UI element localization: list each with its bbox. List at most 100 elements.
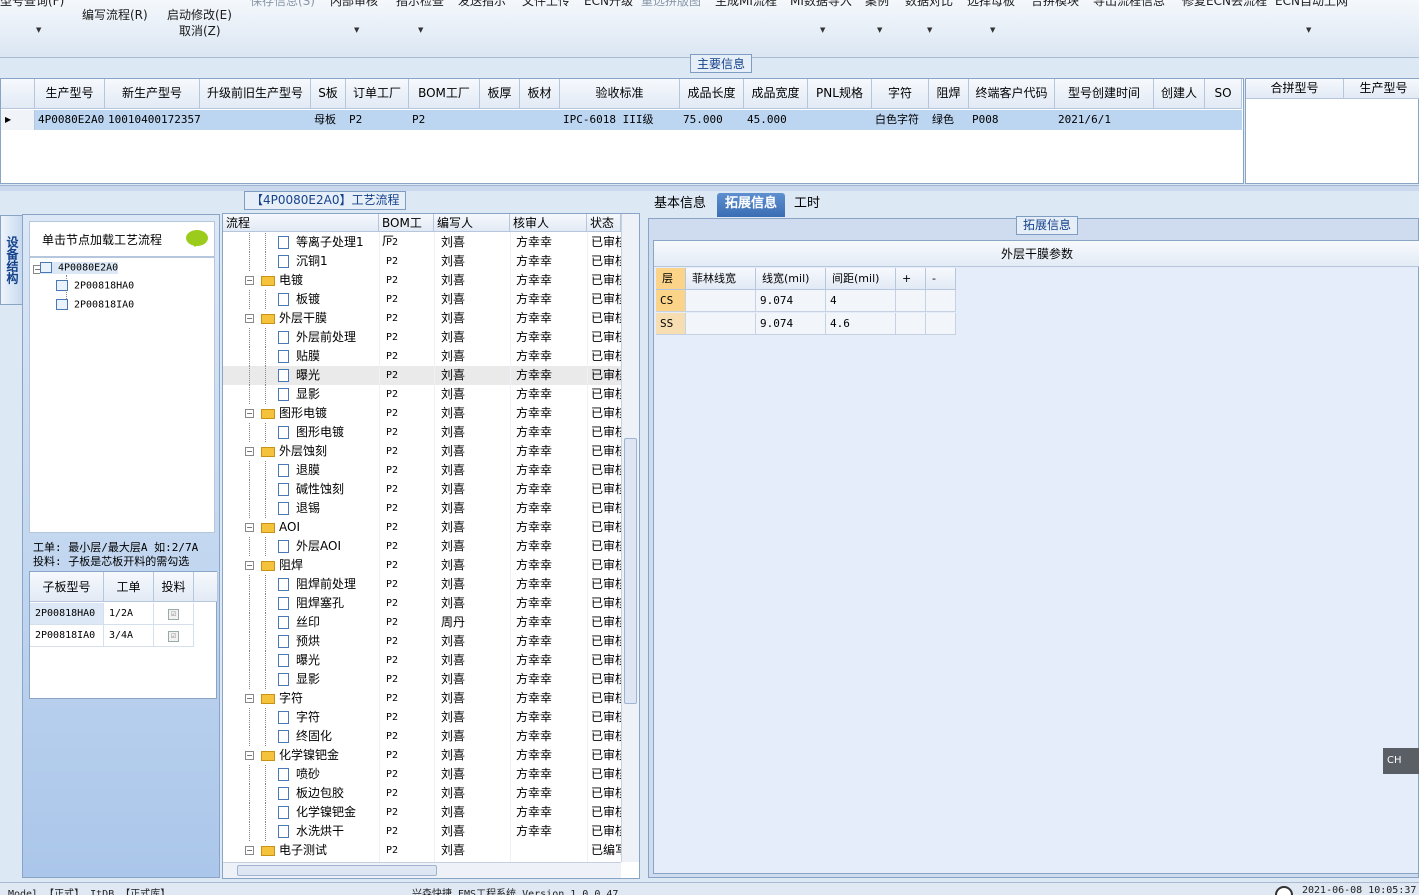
write-flow-button[interactable]: 编写流程(R): [82, 6, 148, 23]
chevron-down-icon[interactable]: ▼: [927, 26, 932, 34]
reviewer-cell[interactable]: 方幸幸: [516, 632, 587, 651]
status-cell[interactable]: 已审核: [591, 689, 621, 708]
column-header[interactable]: BOM工厂: [409, 79, 480, 109]
process-row[interactable]: 外层前处理 P2 刘喜方幸幸已审核: [223, 328, 621, 347]
process-row[interactable]: 显影 P2 刘喜方幸幸已审核: [223, 385, 621, 404]
writer-cell[interactable]: 刘喜: [441, 461, 510, 480]
tree-node[interactable]: 4P0080E2A0: [40, 262, 119, 274]
bom-factory-cell[interactable]: P2: [386, 404, 434, 423]
reviewer-cell[interactable]: 方幸幸: [516, 670, 587, 689]
writer-cell[interactable]: 刘喜: [441, 708, 510, 727]
process-name[interactable]: 板边包胶: [278, 784, 379, 803]
process-row[interactable]: 水洗烘干 P2 刘喜方幸幸已审核: [223, 822, 621, 841]
bom-factory-cell[interactable]: P2: [386, 480, 434, 499]
reviewer-cell[interactable]: 方幸幸: [516, 309, 587, 328]
bom-factory-cell[interactable]: P2: [386, 499, 434, 518]
add-cell[interactable]: [896, 290, 926, 312]
bom-factory-cell[interactable]: P2: [386, 632, 434, 651]
column-header[interactable]: 工单: [104, 572, 154, 602]
bom-factory-cell[interactable]: P2: [386, 271, 434, 290]
column-header[interactable]: 合拼型号: [1246, 79, 1344, 99]
writer-cell[interactable]: 刘喜: [441, 537, 510, 556]
column-header[interactable]: 生产型号: [1344, 79, 1419, 99]
writer-cell[interactable]: 刘喜: [441, 765, 510, 784]
column-header[interactable]: PNL规格: [808, 79, 872, 109]
toolbar-item-15[interactable]: 修复ECN丢流程: [1182, 0, 1267, 9]
bom-factory-cell[interactable]: P2: [386, 347, 434, 366]
status-cell[interactable]: 已审核: [591, 328, 621, 347]
tree-node[interactable]: 2P00818HA0: [56, 280, 134, 292]
scroll-thumb-h[interactable]: [237, 865, 437, 876]
bom-factory-cell[interactable]: P2: [386, 290, 434, 309]
writer-cell[interactable]: 刘喜: [441, 404, 510, 423]
column-header[interactable]: BOM工厂: [379, 214, 434, 248]
tab-0[interactable]: 基本信息: [646, 193, 714, 217]
writer-cell[interactable]: 刘喜: [441, 594, 510, 613]
reviewer-cell[interactable]: 方幸幸: [516, 233, 587, 252]
process-name[interactable]: 预烘: [278, 632, 379, 651]
toolbar-item-16[interactable]: ECN自动上网: [1275, 0, 1348, 9]
writer-cell[interactable]: 刘喜: [441, 442, 510, 461]
bom-factory-cell[interactable]: P2: [386, 613, 434, 632]
status-cell[interactable]: 已审核: [591, 784, 621, 803]
column-header[interactable]: S板: [311, 79, 346, 109]
bom-factory-cell[interactable]: P2: [386, 537, 434, 556]
table-cell[interactable]: [1205, 110, 1242, 130]
chevron-down-icon[interactable]: ▼: [877, 26, 882, 34]
process-name[interactable]: 字符: [278, 708, 379, 727]
process-row[interactable]: 阻焊前处理 P2 刘喜方幸幸已审核: [223, 575, 621, 594]
process-row[interactable]: 图形电镀 P2 刘喜方幸幸已审核: [223, 423, 621, 442]
feed-checkbox[interactable]: ☑: [168, 609, 179, 620]
process-name[interactable]: 电镀: [261, 271, 379, 290]
collapse-icon[interactable]: −: [245, 314, 254, 323]
column-header[interactable]: 子板型号: [30, 572, 104, 602]
column-header[interactable]: 编写人: [434, 214, 510, 232]
process-name[interactable]: 外层蚀刻: [261, 442, 379, 461]
toolbar-item-6[interactable]: ECN升级: [584, 0, 633, 9]
table-cell[interactable]: P2: [346, 110, 409, 130]
status-cell[interactable]: 已审核: [591, 594, 621, 613]
toolbar-item-13[interactable]: 合拼模块: [1031, 0, 1079, 9]
reviewer-cell[interactable]: [516, 841, 587, 860]
reviewer-cell[interactable]: 方幸幸: [516, 290, 587, 309]
reviewer-cell[interactable]: 方幸幸: [516, 499, 587, 518]
process-name[interactable]: 等离子处理1: [278, 233, 379, 252]
status-cell[interactable]: 已审核: [591, 746, 621, 765]
table-cell[interactable]: 10010400172357: [105, 110, 200, 130]
writer-cell[interactable]: 刘喜: [441, 784, 510, 803]
process-row[interactable]: − 电镀 P2 刘喜方幸幸已审核: [223, 271, 621, 290]
writer-cell[interactable]: 刘喜: [441, 670, 510, 689]
column-header[interactable]: 字符: [872, 79, 929, 109]
writer-cell[interactable]: 刘喜: [441, 366, 510, 385]
reviewer-cell[interactable]: 方幸幸: [516, 727, 587, 746]
process-row[interactable]: 阻焊塞孔 P2 刘喜方幸幸已审核: [223, 594, 621, 613]
bom-factory-cell[interactable]: P2: [386, 784, 434, 803]
status-cell[interactable]: 已审核: [591, 708, 621, 727]
column-header[interactable]: +: [896, 268, 926, 290]
tree-node[interactable]: 2P00818IA0: [56, 299, 134, 311]
status-cell[interactable]: 已审核: [591, 537, 621, 556]
bom-factory-cell[interactable]: P2: [386, 233, 434, 252]
status-cell[interactable]: 已审核: [591, 651, 621, 670]
process-name[interactable]: 化学镍钯金: [261, 746, 379, 765]
status-cell[interactable]: 已审核: [591, 556, 621, 575]
table-cell[interactable]: [808, 110, 872, 130]
remove-cell[interactable]: [926, 313, 956, 335]
bom-factory-cell[interactable]: P2: [386, 841, 434, 860]
process-name[interactable]: 退膜: [278, 461, 379, 480]
status-cell[interactable]: 已审核: [591, 613, 621, 632]
table-cell[interactable]: 2021/6/1: [1055, 110, 1154, 130]
process-name[interactable]: 外层干膜: [261, 309, 379, 328]
process-row[interactable]: 喷砂 P2 刘喜方幸幸已审核: [223, 765, 621, 784]
process-row[interactable]: − 外层干膜 P2 刘喜方幸幸已审核: [223, 309, 621, 328]
film-width-cell[interactable]: [686, 290, 756, 312]
column-header[interactable]: 成品宽度: [744, 79, 808, 109]
bom-factory-cell[interactable]: P2: [386, 651, 434, 670]
table-cell[interactable]: 45.000: [744, 110, 808, 130]
process-row[interactable]: 化学镍钯金 P2 刘喜方幸幸已审核: [223, 803, 621, 822]
ime-indicator[interactable]: CH: [1383, 748, 1419, 774]
process-name[interactable]: 水洗烘干: [278, 822, 379, 841]
toolbar-item-4[interactable]: 发送指示: [458, 0, 506, 9]
reviewer-cell[interactable]: 方幸幸: [516, 784, 587, 803]
writer-cell[interactable]: 刘喜: [441, 480, 510, 499]
